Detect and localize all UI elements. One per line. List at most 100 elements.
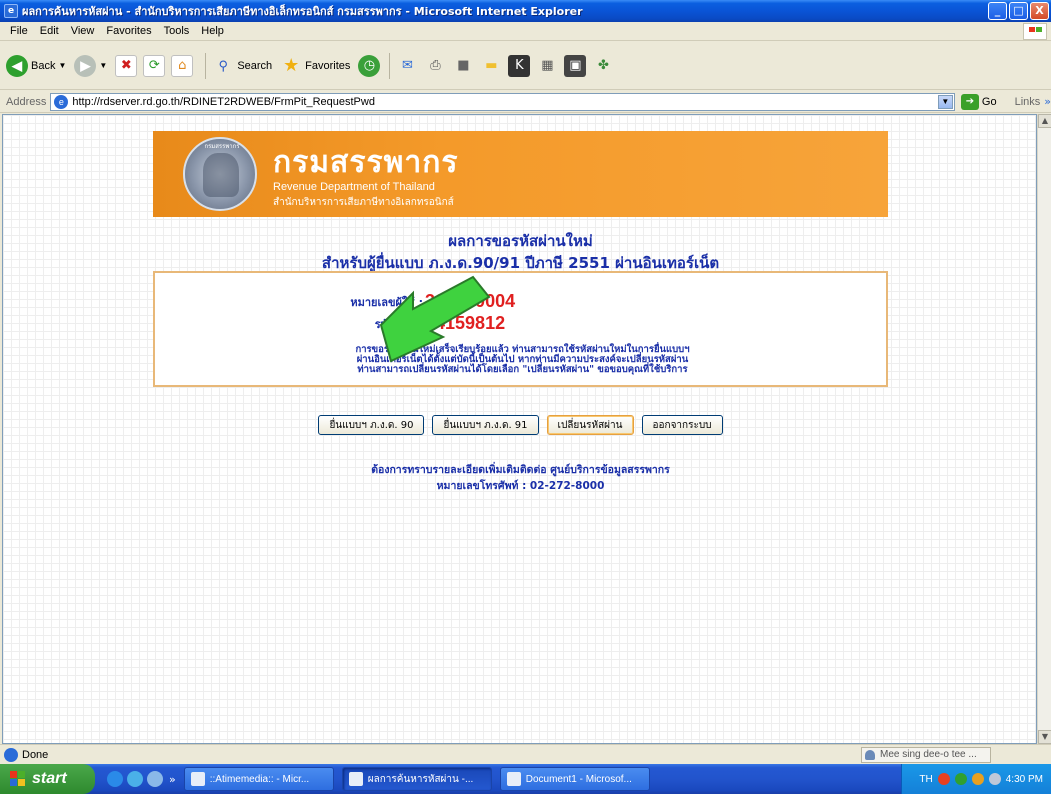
edit-icon[interactable]: ■ <box>452 55 474 77</box>
action-buttons: ยื่นแบบฯ ภ.ง.ด. 90 ยื่นแบบฯ ภ.ง.ด. 91 เป… <box>153 415 888 435</box>
task-label: Document1 - Microsof... <box>525 773 632 785</box>
close-button[interactable]: X <box>1030 2 1049 20</box>
menu-view[interactable]: View <box>65 25 101 37</box>
vertical-scrollbar[interactable]: ▲ ▼ <box>1037 114 1051 744</box>
links-chevron-icon[interactable]: » <box>1044 95 1051 108</box>
start-button[interactable]: start <box>0 764 95 794</box>
back-dropdown-icon[interactable]: ▼ <box>58 61 66 70</box>
banner-subtitle-th: สำนักบริหารการเสียภาษีทางอิเลกทรอนิกส์ <box>273 197 454 208</box>
status-bar: Done Mee sing dee-o tee ... <box>0 744 1051 764</box>
file-pnd90-button[interactable]: ยื่นแบบฯ ภ.ง.ด. 90 <box>318 415 425 435</box>
ie-task-icon <box>190 772 205 786</box>
address-bar: Address e http://rdserver.rd.go.th/RDINE… <box>0 91 1051 113</box>
maximize-button[interactable]: □ <box>1009 2 1028 20</box>
start-label: start <box>32 770 67 787</box>
windows-logo-icon <box>1023 23 1047 40</box>
address-url: http://rdserver.rd.go.th/RDINET2RDWEB/Fr… <box>72 95 375 108</box>
forward-arrow-icon: ▶ <box>74 54 97 77</box>
menu-edit[interactable]: Edit <box>34 25 65 37</box>
result-title: ผลการขอรหัสผ่านใหม่ <box>448 232 593 250</box>
go-button[interactable]: ➔ Go <box>960 93 997 110</box>
page-content: กรมสรรพากร กรมสรรพากร Revenue Department… <box>2 114 1037 744</box>
status-messenger-text: Mee sing dee-o tee ... <box>861 747 991 763</box>
back-label: Back <box>31 59 56 72</box>
media-icon[interactable]: ▣ <box>564 54 587 77</box>
toolbar-separator <box>389 52 391 79</box>
search-label: Search <box>237 59 273 72</box>
history-icon[interactable]: ◷ <box>358 54 381 77</box>
research-icon[interactable]: ▦ <box>536 55 558 77</box>
language-indicator[interactable]: TH <box>919 774 932 785</box>
window-controls: _ □ X <box>988 2 1049 20</box>
refresh-icon[interactable]: ⟳ <box>143 54 166 77</box>
change-password-button[interactable]: เปลี่ยนรหัสผ่าน <box>546 415 634 435</box>
toolbar-separator <box>205 52 207 79</box>
note-line-3: ท่านสามารถเปลี่ยนรหัสผ่านได้โดยเลือก "เป… <box>357 364 688 375</box>
menu-file[interactable]: File <box>4 25 34 37</box>
password-row: รหัสผ่าน : 34159812 <box>155 313 890 334</box>
ie-task-icon <box>348 772 363 786</box>
quicklaunch-chevron-icon[interactable]: » <box>169 773 176 786</box>
windows-flag-icon <box>10 771 26 787</box>
rd-banner: กรมสรรพากร กรมสรรพากร Revenue Department… <box>153 131 888 217</box>
favorites-star-icon: ★ <box>283 55 300 75</box>
banner-subtitle-en: Revenue Department of Thailand <box>273 181 435 193</box>
menu-help[interactable]: Help <box>195 25 230 37</box>
revenue-seal-logo: กรมสรรพากร <box>183 137 257 211</box>
search-button[interactable]: ⚲ Search <box>212 55 273 77</box>
green-arrow-shape <box>379 275 491 363</box>
ie-quicklaunch-icon[interactable] <box>107 771 123 787</box>
file-pnd91-button[interactable]: ยื่นแบบฯ ภ.ง.ด. 91 <box>432 415 539 435</box>
folder-icon[interactable]: ▬ <box>480 55 502 77</box>
address-input[interactable]: e http://rdserver.rd.go.th/RDINET2RDWEB/… <box>50 92 955 111</box>
info-note: การขอรหัสผ่านใหม่เสร็จเรียบร้อยแล้ว ท่าน… <box>215 345 830 375</box>
toolbar: ◀ Back ▼ ▶ ▼ ✖ ⟳ ⌂ ⚲ Search ★ Favorites … <box>0 42 1051 90</box>
back-arrow-icon: ◀ <box>6 54 28 77</box>
volume-icon[interactable] <box>988 773 1001 785</box>
msn-icon[interactable]: ✤ <box>592 55 614 77</box>
print-icon[interactable]: ⎙ <box>424 55 446 77</box>
word-task-icon <box>506 772 521 786</box>
minimize-button[interactable]: _ <box>988 2 1007 20</box>
logout-button[interactable]: ออกจากระบบ <box>641 415 723 435</box>
taskbar-item-active[interactable]: ผลการค้นหารหัสผ่าน -... <box>341 767 492 791</box>
show-desktop-icon[interactable] <box>127 771 143 787</box>
tray-k-icon[interactable] <box>971 773 984 785</box>
stop-icon[interactable]: ✖ <box>115 54 138 77</box>
address-dropdown-icon[interactable]: ▼ <box>937 94 953 109</box>
page-status-icon <box>4 747 18 762</box>
scroll-up-icon[interactable]: ▲ <box>1038 114 1051 128</box>
seal-text: กรมสรรพากร <box>204 143 240 150</box>
menu-favorites[interactable]: Favorites <box>100 25 157 37</box>
credentials-box: หมายเลขผู้ใช้ : 360980004 รหัสผ่าน : 341… <box>153 271 888 387</box>
mail-icon[interactable]: ✉ <box>396 55 418 77</box>
home-icon[interactable]: ⌂ <box>171 54 194 77</box>
favorites-button[interactable]: ★ Favorites <box>280 55 350 77</box>
back-button[interactable]: ◀ Back ▼ <box>6 54 66 77</box>
user-row: หมายเลขผู้ใช้ : 360980004 <box>155 291 890 312</box>
go-arrow-icon: ➔ <box>960 93 979 110</box>
forward-button[interactable]: ▶ ▼ <box>74 54 107 77</box>
green-arrow-annotation <box>379 275 491 363</box>
messenger-k-icon[interactable]: K <box>508 54 531 77</box>
scroll-down-icon[interactable]: ▼ <box>1038 730 1051 744</box>
taskbar-item[interactable]: Document1 - Microsof... <box>499 767 650 791</box>
search-icon: ⚲ <box>218 57 229 73</box>
taskbar: start » ::Atimemedia:: - Micr... ผลการค้… <box>0 764 1051 794</box>
quick-launch: » <box>107 771 176 787</box>
banner-title: กรมสรรพากร <box>273 145 459 180</box>
links-label[interactable]: Links <box>1015 96 1041 108</box>
system-tray: TH 4:30 PM <box>901 764 1051 794</box>
messenger-tray-icon[interactable] <box>954 773 967 785</box>
contact-info: ต้องการทราบรายละเอียดเพิ่มเติมติดต่อ ศูน… <box>371 464 670 476</box>
address-label: Address <box>6 95 47 108</box>
tray-app-icon[interactable] <box>937 773 950 785</box>
taskbar-item[interactable]: ::Atimemedia:: - Micr... <box>183 767 334 791</box>
forward-dropdown-icon[interactable]: ▼ <box>99 61 107 70</box>
media-quicklaunch-icon[interactable] <box>147 771 163 787</box>
task-label: ผลการค้นหารหัสผ่าน -... <box>367 773 474 785</box>
menu-tools[interactable]: Tools <box>158 25 196 37</box>
page-icon: e <box>54 94 69 109</box>
status-text: Done <box>22 748 49 761</box>
window-title: ผลการค้นหารหัสผ่าน - สำนักบริหารการเสียภ… <box>22 5 583 18</box>
